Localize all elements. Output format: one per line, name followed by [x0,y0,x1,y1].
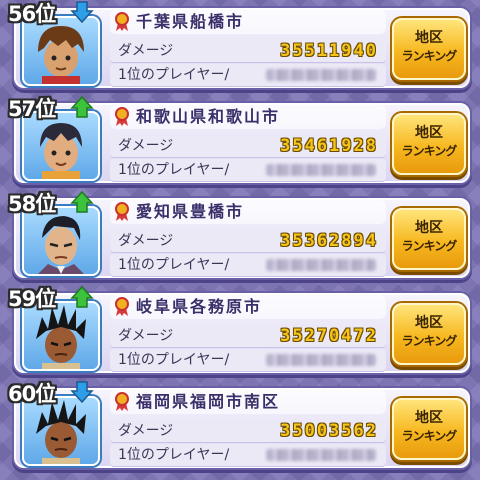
top-player-line: 1位のプレイヤー/ [110,349,386,372]
damage-line: ダメージ 35511940 [110,40,386,63]
button-label-line1: 地区 [415,125,443,141]
top-player-line: 1位のプレイヤー/ [110,444,386,467]
top-player-label: 1位のプレイヤー/ [118,447,230,463]
damage-line: ダメージ 35270472 [110,325,386,348]
brown-haired-boy-avatar-icon [22,16,100,86]
button-label-line2: ランキング [401,429,458,443]
damage-label: ダメージ [118,423,174,439]
trend-up-arrow-icon [70,190,94,213]
trend-up-arrow-icon [70,285,94,308]
rank-ribbon-icon [115,202,129,221]
button-label-line2: ランキング [401,49,458,63]
button-label-line1: 地区 [415,30,443,46]
rank-number: 56位 [8,2,56,26]
ranking-row: 60位 福岡県福岡市南区 ダメージ 35003562 1位のプレイヤー/ 地区 … [6,381,470,468]
top-player-line: 1位のプレイヤー/ [110,254,386,277]
rank-ribbon-icon [115,297,129,316]
damage-label: ダメージ [118,138,174,154]
button-label-line1: 地区 [415,220,443,236]
city-name: 愛知県豊橋市 [136,202,245,221]
ranking-row: 57位 和歌山県和歌山市 ダメージ 35461928 1位のプレイヤー/ 地区 … [6,95,470,183]
damage-line: ダメージ 35362894 [110,230,386,253]
damage-label: ダメージ [118,43,174,59]
rank-number: 58位 [8,192,56,216]
district-ranking-button[interactable]: 地区 ランキング [392,113,466,175]
regional-ranking-list: 56位 千葉県船橋市 ダメージ 35511940 1位のプレイヤー/ 地区 ラン… [0,0,480,480]
city-name: 千葉県船橋市 [136,12,245,31]
district-ranking-button[interactable]: 地区 ランキング [392,398,466,460]
trend-down-arrow-icon [70,1,94,24]
trend-down-arrow-icon [70,381,94,404]
damage-line: ダメージ 35003562 [110,420,386,443]
city-name: 岐阜県各務原市 [136,297,263,316]
damage-value: 35511940 [280,41,378,61]
city-name: 和歌山県和歌山市 [136,107,281,126]
damage-label: ダメージ [118,233,174,249]
spiky-haired-warrior-avatar-icon [22,396,100,466]
blurred-player-name [266,164,376,176]
damage-value: 35461928 [280,136,378,156]
ranking-row: 56位 千葉県船橋市 ダメージ 35511940 1位のプレイヤー/ 地区 ラン… [6,1,470,88]
rank-number: 59位 [8,287,56,311]
district-ranking-button[interactable]: 地区 ランキング [392,18,466,80]
button-label-line1: 地区 [415,315,443,331]
ranking-row: 58位 愛知県豊橋市 ダメージ 35362894 1位のプレイヤー/ 地区 ラン… [6,190,470,278]
spiky-haired-warrior-avatar-icon [22,301,100,371]
top-player-label: 1位のプレイヤー/ [118,257,230,273]
district-ranking-button[interactable]: 地区 ランキング [392,208,466,270]
ranking-row: 59位 岐阜県各務原市 ダメージ 35270472 1位のプレイヤー/ 地区 ラ… [6,285,470,373]
damage-value: 35362894 [280,231,378,251]
rank-ribbon-icon [115,392,129,411]
button-label-line2: ランキング [401,239,458,253]
rank-number: 57位 [8,97,56,121]
button-label-line2: ランキング [401,334,458,348]
district-ranking-button[interactable]: 地区 ランキング [392,303,466,365]
damage-value: 35003562 [280,421,378,441]
blurred-player-name [266,259,376,271]
top-player-line: 1位のプレイヤー/ [110,64,386,87]
rank-ribbon-icon [115,107,129,126]
damage-label: ダメージ [118,328,174,344]
suited-man-avatar-icon [22,206,100,276]
blurred-player-name [266,354,376,366]
trend-up-arrow-icon [70,95,94,118]
damage-line: ダメージ 35461928 [110,135,386,158]
blurred-player-name [266,449,376,461]
dark-haired-boy-avatar-icon [22,111,100,181]
blurred-player-name [266,69,376,81]
top-player-label: 1位のプレイヤー/ [118,162,230,178]
top-player-label: 1位のプレイヤー/ [118,67,230,83]
city-name: 福岡県福岡市南区 [136,392,281,411]
top-player-label: 1位のプレイヤー/ [118,352,230,368]
damage-value: 35270472 [280,326,378,346]
button-label-line1: 地区 [415,410,443,426]
rank-number: 60位 [8,382,56,406]
button-label-line2: ランキング [401,144,458,158]
top-player-line: 1位のプレイヤー/ [110,159,386,182]
rank-ribbon-icon [115,12,129,31]
